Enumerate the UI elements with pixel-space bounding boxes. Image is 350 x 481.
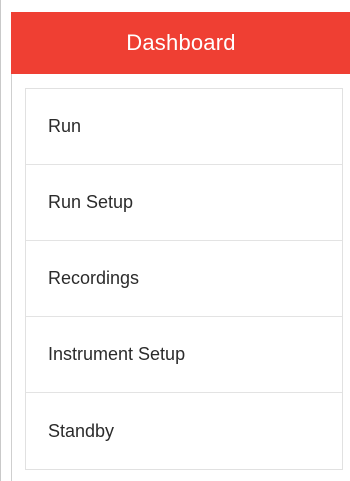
dashboard-menu: Run Run Setup Recordings Instrument Setu… [25,88,343,470]
menu-item-run[interactable]: Run [26,89,342,165]
left-divider [11,74,12,481]
menu-item-instrument-setup[interactable]: Instrument Setup [26,317,342,393]
menu-item-run-setup[interactable]: Run Setup [26,165,342,241]
menu-item-label: Recordings [48,268,140,288]
menu-item-label: Run [48,116,82,136]
menu-item-label: Instrument Setup [48,344,186,364]
menu-item-label: Standby [48,420,115,441]
menu-item-standby[interactable]: Standby [26,393,342,469]
menu-item-label: Run Setup [48,192,134,212]
page-title: Dashboard [126,30,236,55]
app-frame: Dashboard Run Run Setup Recordings Instr… [0,0,350,481]
dashboard-header: Dashboard [11,12,350,74]
menu-item-recordings[interactable]: Recordings [26,241,342,317]
